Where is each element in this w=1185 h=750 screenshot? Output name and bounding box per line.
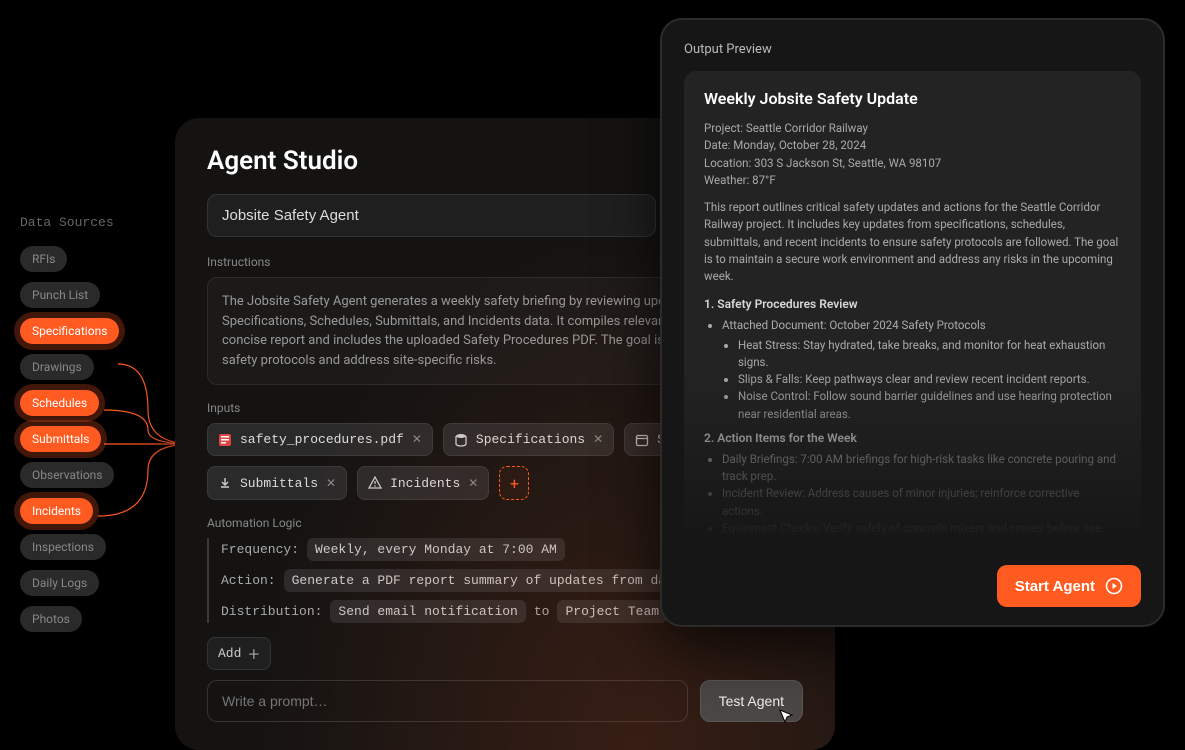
report-intro: This report outlines critical safety upd… (704, 199, 1121, 285)
section2-bullet: Incident Review: Address causes of minor… (722, 485, 1121, 520)
input-chip-incidents[interactable]: Incidents ✕ (357, 466, 489, 500)
action-value[interactable]: Generate a PDF report summary of updates… (284, 569, 690, 592)
report-card: Weekly Jobsite Safety Update Project: Se… (684, 71, 1141, 551)
chip-label: Incidents (390, 476, 460, 491)
input-chip-submittals[interactable]: Submittals ✕ (207, 466, 347, 500)
section2-bullet: Daily Briefings: 7:00 AM briefings for h… (722, 451, 1121, 486)
close-icon[interactable]: ✕ (326, 476, 336, 491)
source-pill-specifications[interactable]: Specifications (20, 318, 119, 344)
section2-bullet: Equipment Checks: Verify safety of concr… (722, 520, 1121, 537)
source-pill-schedules[interactable]: Schedules (20, 390, 99, 416)
plus-icon: ＋ (247, 644, 260, 663)
to-word: to (534, 604, 550, 619)
section1-title: 1. Safety Procedures Review (704, 297, 1121, 311)
play-circle-icon (1105, 577, 1123, 595)
output-preview-panel: Output Preview Weekly Jobsite Safety Upd… (660, 18, 1165, 627)
report-meta: Project: Seattle Corridor Railway Date: … (704, 120, 1121, 189)
source-pill-submittals[interactable]: Submittals (20, 426, 101, 452)
agent-name-input[interactable] (207, 194, 656, 237)
source-pill-punch-list[interactable]: Punch List (20, 282, 100, 308)
source-pill-drawings[interactable]: Drawings (20, 354, 94, 380)
report-heading: Weekly Jobsite Safety Update (704, 89, 1121, 108)
distribution-label: Distribution: (221, 604, 322, 619)
chip-label: safety_procedures.pdf (240, 432, 404, 447)
source-pill-daily-logs[interactable]: Daily Logs (20, 570, 99, 596)
add-logic-button[interactable]: Add ＋ (207, 637, 271, 670)
close-icon[interactable]: ✕ (468, 476, 478, 491)
section2-title: 2. Action Items for the Week (704, 431, 1121, 445)
input-chip-file[interactable]: safety_procedures.pdf ✕ (207, 423, 433, 456)
frequency-value[interactable]: Weekly, every Monday at 7:00 AM (307, 538, 565, 561)
source-pill-observations[interactable]: Observations (20, 462, 114, 488)
database-icon (454, 433, 468, 447)
meta-weather: Weather: 87°F (704, 172, 1121, 189)
section1-bullet: Slips & Falls: Keep pathways clear and r… (738, 371, 1121, 388)
start-agent-button[interactable]: Start Agent (997, 565, 1141, 607)
source-pill-incidents[interactable]: Incidents (20, 498, 93, 524)
chip-label: Submittals (240, 476, 318, 491)
source-pill-rfis[interactable]: RFIs (20, 246, 67, 272)
frequency-label: Frequency: (221, 542, 299, 557)
section2-bullet: Traffic Oversight: Update detour routes … (722, 537, 1121, 551)
start-agent-label: Start Agent (1015, 578, 1095, 595)
calendar-icon (635, 433, 649, 447)
meta-location: Location: 303 S Jackson St, Seattle, WA … (704, 155, 1121, 172)
test-agent-button[interactable]: Test Agent (700, 680, 803, 722)
distribution-value[interactable]: Send email notification (330, 600, 525, 623)
test-agent-label: Test Agent (719, 693, 784, 709)
close-icon[interactable]: ✕ (412, 432, 422, 447)
chip-label: Specifications (476, 432, 585, 447)
data-sources-title: Data Sources (20, 215, 150, 230)
section1-doc: Attached Document: October 2024 Safety P… (722, 317, 1121, 334)
input-chip-specifications[interactable]: Specifications ✕ (443, 423, 614, 456)
section1-bullet: Noise Control: Follow sound barrier guid… (738, 388, 1121, 423)
source-pill-photos[interactable]: Photos (20, 606, 82, 632)
action-label: Action: (221, 573, 276, 588)
meta-date: Date: Monday, October 28, 2024 (704, 137, 1121, 154)
data-sources-panel: Data Sources RFIs Punch List Specificati… (20, 215, 150, 642)
prompt-input[interactable] (207, 680, 688, 722)
add-logic-label: Add (218, 646, 241, 661)
cursor-icon (778, 708, 794, 729)
pdf-icon (218, 433, 232, 447)
close-icon[interactable]: ✕ (593, 432, 603, 447)
output-preview-title: Output Preview (684, 42, 1141, 57)
download-icon (218, 476, 232, 490)
add-input-button[interactable]: + (499, 466, 529, 500)
warning-icon (368, 476, 382, 490)
source-pill-inspections[interactable]: Inspections (20, 534, 106, 560)
section1-bullet: Heat Stress: Stay hydrated, take breaks,… (738, 337, 1121, 372)
meta-project: Project: Seattle Corridor Railway (704, 120, 1121, 137)
distribution-target[interactable]: Project Team (557, 600, 667, 623)
